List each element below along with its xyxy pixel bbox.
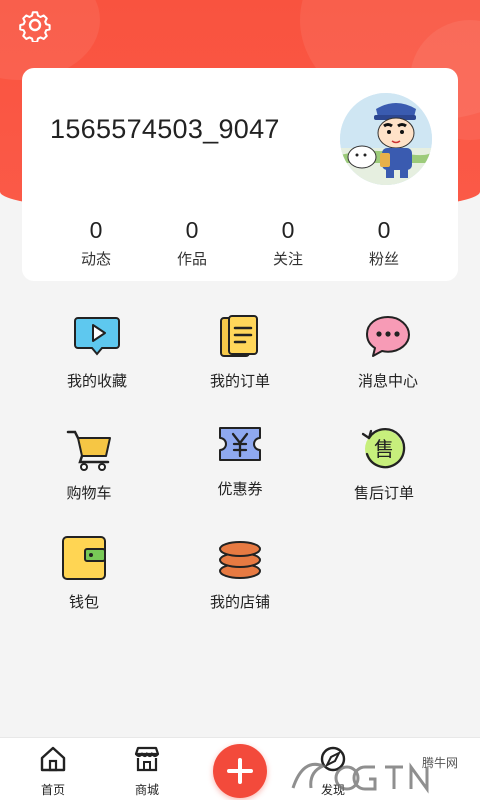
menu-label: 优惠券 [217, 481, 263, 498]
menu-message-center[interactable]: 消息中心 [318, 312, 458, 391]
stat-following[interactable]: 0 关注 [240, 218, 336, 268]
menu-label: 我的收藏 [66, 373, 127, 390]
tab-label: 商城 [134, 783, 159, 797]
video-favorites-icon [72, 312, 122, 362]
stat-posts[interactable]: 0 动态 [48, 218, 144, 268]
stat-followers[interactable]: 0 粉丝 [336, 218, 432, 268]
coupon-yen-icon [215, 420, 265, 470]
username[interactable]: 1565574503_9047 [50, 114, 280, 145]
menu-wallet[interactable]: 钱包 [14, 533, 154, 612]
menu-label: 售后订单 [353, 485, 414, 502]
menu-label: 我的店铺 [209, 594, 270, 611]
watermark-text: 腾牛网 [422, 756, 459, 770]
coin-stack-icon [215, 533, 265, 583]
wallet-icon [59, 533, 109, 583]
plus-icon [227, 758, 253, 784]
avatar[interactable] [340, 93, 432, 185]
stat-label: 关注 [272, 251, 303, 268]
stat-value: 0 [89, 217, 103, 243]
stat-value: 0 [281, 217, 295, 243]
stats-row: 0 动态 0 作品 0 关注 0 粉丝 [22, 218, 458, 268]
stat-value: 0 [185, 217, 199, 243]
menu-label: 消息中心 [357, 373, 418, 390]
stat-label: 粉丝 [368, 251, 399, 268]
chat-bubble-icon [363, 312, 413, 362]
stat-label: 作品 [176, 251, 207, 268]
tab-home[interactable]: 首页 [23, 744, 83, 798]
stat-value: 0 [377, 217, 391, 243]
menu-label: 钱包 [68, 594, 99, 611]
home-icon [40, 746, 66, 772]
menu-my-favorites[interactable]: 我的收藏 [27, 312, 167, 391]
tab-label: 首页 [40, 783, 65, 797]
settings-gear-icon[interactable] [18, 8, 52, 44]
shopping-cart-icon [64, 424, 114, 474]
profile-card: 1565574503_9047 0 动态 0 作品 0 关注 0 粉丝 [22, 68, 458, 281]
after-sales-icon: 售 [359, 424, 409, 474]
tab-mall[interactable]: 商城 [117, 744, 177, 798]
menu-coupons[interactable]: 优惠券 [170, 420, 310, 499]
add-button[interactable] [213, 744, 267, 798]
menu-label: 购物车 [66, 485, 112, 502]
menu-label: 我的订单 [209, 373, 270, 390]
menu-my-orders[interactable]: 我的订单 [170, 312, 310, 391]
menu-my-shop[interactable]: 我的店铺 [170, 533, 310, 612]
menu-shopping-cart[interactable]: 购物车 [19, 424, 159, 503]
order-document-icon [215, 312, 265, 362]
store-icon [134, 746, 160, 772]
menu-after-sales-orders[interactable]: 售 售后订单 [314, 424, 454, 503]
stat-label: 动态 [80, 251, 111, 268]
stat-works[interactable]: 0 作品 [144, 218, 240, 268]
svg-text:售: 售 [374, 437, 394, 461]
